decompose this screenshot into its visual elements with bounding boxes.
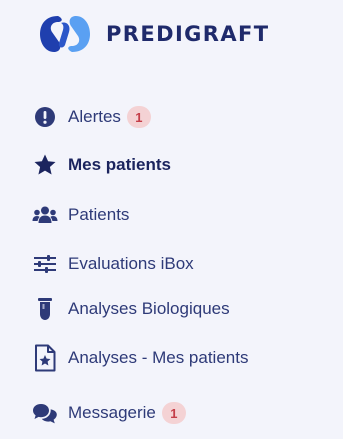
message-count-badge: 1 bbox=[161, 402, 186, 424]
sidebar-item-patients[interactable]: Patients bbox=[32, 200, 129, 230]
sidebar-item-alertes[interactable]: Alertes 1 bbox=[32, 102, 151, 132]
predigraft-logo-icon bbox=[40, 16, 90, 52]
chat-bubbles-icon bbox=[32, 400, 58, 426]
sidebar-item-label: Patients bbox=[68, 205, 130, 224]
exclamation-circle-icon bbox=[32, 104, 58, 130]
users-icon bbox=[32, 202, 58, 228]
sidebar-item-analyses-mes-patients[interactable]: Analyses - Mes patients bbox=[32, 343, 248, 373]
sidebar-item-mes-patients[interactable]: Mes patients bbox=[32, 150, 171, 180]
alert-count-badge: 1 bbox=[126, 106, 151, 128]
sliders-icon bbox=[32, 251, 58, 277]
sidebar-item-label: Messagerie bbox=[68, 403, 156, 422]
sidebar-item-analyses-biologiques[interactable]: Analyses Biologiques bbox=[32, 294, 230, 324]
star-document-icon bbox=[32, 344, 58, 372]
sidebar-item-label: Analyses - Mes patients bbox=[68, 348, 249, 367]
sidebar-item-label: Mes patients bbox=[68, 155, 171, 174]
brand-name: PREDIGRAFT bbox=[106, 22, 270, 46]
sidebar-item-label: Evaluations iBox bbox=[68, 254, 194, 273]
sidebar-item-messagerie[interactable]: Messagerie 1 bbox=[32, 398, 186, 428]
sidebar-item-label: Analyses Biologiques bbox=[68, 299, 230, 318]
star-icon bbox=[32, 152, 58, 178]
sidebar-item-label: Alertes bbox=[68, 107, 121, 126]
sidebar: PREDIGRAFT Alertes 1 Mes patients Patien… bbox=[0, 0, 343, 439]
sidebar-item-evaluations-ibox[interactable]: Evaluations iBox bbox=[32, 249, 194, 279]
test-tube-icon bbox=[32, 296, 58, 322]
brand[interactable]: PREDIGRAFT bbox=[38, 12, 269, 56]
